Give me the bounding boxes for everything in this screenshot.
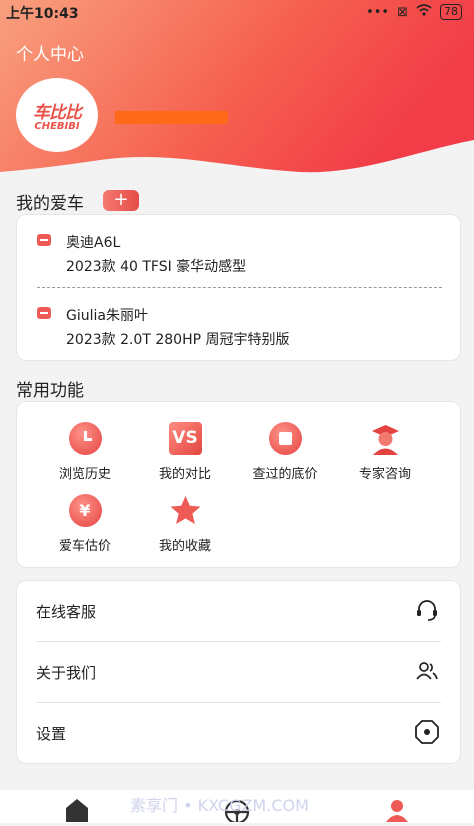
profile-icon xyxy=(386,800,408,822)
tab-profile[interactable] xyxy=(382,796,412,822)
tab-home[interactable] xyxy=(62,796,92,822)
car-icon xyxy=(37,234,51,246)
sim-icon: ⊠ xyxy=(397,4,408,20)
status-time: 上午10:43 xyxy=(6,6,79,22)
home-icon xyxy=(66,799,88,822)
menu-card: 在线客服 关于我们 设置 xyxy=(16,580,461,764)
menu-label: 关于我们 xyxy=(36,664,97,682)
star-icon xyxy=(169,494,202,527)
settings-icon xyxy=(414,719,440,745)
function-valuation[interactable]: ¥ 爱车估价 xyxy=(45,494,125,554)
function-compare[interactable]: VS 我的对比 xyxy=(145,422,225,482)
car-name: Giulia朱丽叶 xyxy=(66,308,148,324)
function-expert[interactable]: 专家咨询 xyxy=(345,422,425,482)
add-car-button[interactable]: + xyxy=(103,190,139,211)
function-favorites[interactable]: 我的收藏 xyxy=(145,494,225,554)
function-history[interactable]: 浏览历史 xyxy=(45,422,125,482)
watermark: 素享门 • KXCGZM.COM xyxy=(130,796,309,815)
divider xyxy=(37,287,442,288)
avatar[interactable]: 车比比 CHEBIBI xyxy=(16,78,98,152)
username-redacted[interactable] xyxy=(115,111,228,124)
page-title: 个人中心 xyxy=(16,45,84,65)
function-label: 爱车估价 xyxy=(58,539,111,554)
car-icon xyxy=(37,307,51,319)
calendar-price-icon xyxy=(268,422,302,455)
function-label: 我的对比 xyxy=(158,467,211,482)
clock-icon xyxy=(68,422,102,455)
function-label: 我的收藏 xyxy=(158,539,211,554)
battery-icon: 78 xyxy=(440,4,462,20)
my-cars-card: 奥迪A6L 2023款 40 TFSI 豪华动感型 Giulia朱丽叶 2023… xyxy=(16,214,461,361)
wifi-icon xyxy=(416,4,432,20)
function-label: 专家咨询 xyxy=(358,467,411,482)
my-cars-title: 我的爱车 xyxy=(16,194,84,214)
expert-icon xyxy=(369,422,402,455)
more-icon: ••• xyxy=(366,4,390,20)
logo-text: 车比比 xyxy=(33,103,82,123)
headset-icon xyxy=(414,597,440,623)
logo-subtext: CHEBIBI xyxy=(34,121,80,132)
status-bar: 上午10:43 ••• ⊠ 78 xyxy=(0,0,474,26)
function-label: 浏览历史 xyxy=(58,467,111,482)
menu-item-settings[interactable]: 设置 xyxy=(17,703,460,763)
functions-title: 常用功能 xyxy=(16,381,84,401)
vs-icon: VS xyxy=(168,422,202,455)
car-detail: 2023款 2.0T 280HP 周冠宇特别版 xyxy=(66,332,290,348)
function-label: 查过的底价 xyxy=(252,467,318,482)
car-name: 奥迪A6L xyxy=(66,235,121,251)
function-price[interactable]: 查过的底价 xyxy=(245,422,325,482)
menu-label: 设置 xyxy=(36,725,67,743)
users-icon xyxy=(414,658,440,684)
functions-card: 浏览历史 VS 我的对比 查过的底价 专家咨询 ¥ 爱车估价 我的收藏 xyxy=(16,401,461,568)
menu-label: 在线客服 xyxy=(36,603,97,621)
car-detail: 2023款 40 TFSI 豪华动感型 xyxy=(66,259,247,275)
menu-item-about[interactable]: 关于我们 xyxy=(17,642,460,702)
menu-item-support[interactable]: 在线客服 xyxy=(17,581,460,641)
yen-icon: ¥ xyxy=(68,494,102,527)
